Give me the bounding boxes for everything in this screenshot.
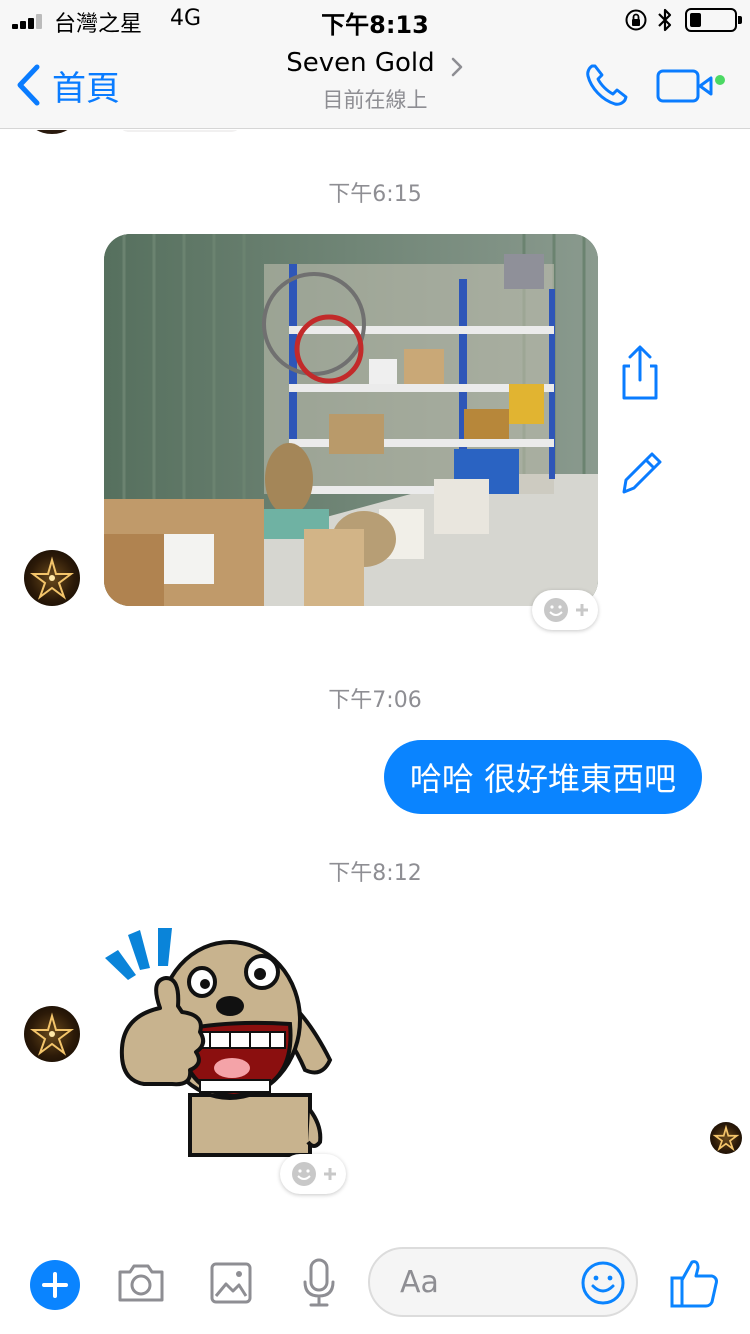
video-call-button[interactable] [656,66,728,106]
read-receipt-avatar [710,1122,742,1154]
chevron-left-icon [17,64,40,106]
message-timestamp: 下午7:06 [328,688,422,713]
thumbs-up-dog-sticker[interactable] [100,920,350,1160]
smiley-plus-icon [544,598,588,622]
smiley-plus-icon [292,1162,336,1186]
add-reaction-button[interactable] [532,590,598,630]
share-icon[interactable] [616,344,664,402]
message-list[interactable]: 下午6:15 下午7:06 哈哈 很好堆東西吧 下午8:12 [0,130,750,1240]
contact-name: Seven Gold [286,48,435,78]
chevron-right-icon [451,57,463,76]
add-reaction-button[interactable] [280,1154,346,1194]
contact-avatar[interactable] [24,1006,80,1062]
back-label: 首頁 [52,68,120,109]
thumbs-up-icon[interactable] [668,1256,720,1310]
microphone-icon[interactable] [294,1258,344,1308]
message-bubble[interactable] [118,130,242,132]
emoji-icon[interactable] [580,1260,626,1306]
conversation-header: 首頁 Seven Gold 目前在線上 [0,40,750,129]
message-input[interactable]: Aa [368,1247,638,1317]
plus-icon[interactable] [30,1260,80,1310]
message-composer: Aa [0,1240,750,1334]
phone-call-button[interactable] [582,60,632,110]
contact-title-button[interactable]: Seven Gold 目前在線上 [200,48,550,114]
battery-icon [685,8,742,32]
contact-status: 目前在線上 [322,88,428,112]
message-timestamp: 下午6:15 [328,182,422,207]
contact-avatar[interactable] [24,550,80,606]
rotation-lock-icon [625,9,647,31]
sent-message-bubble[interactable]: 哈哈 很好堆東西吧 [383,740,702,814]
image-icon[interactable] [206,1258,256,1308]
back-button[interactable]: 首頁 [14,60,120,110]
bluetooth-icon [658,8,672,32]
camera-icon[interactable] [116,1258,166,1308]
photo-message[interactable] [104,234,598,606]
dog-sticker-icon [105,928,333,1157]
avatar [28,130,76,134]
message-input-placeholder: Aa [400,1265,439,1300]
edit-pencil-icon[interactable] [616,446,666,496]
storage-shelves-photo [104,234,598,606]
online-dot-icon [715,75,725,85]
message-timestamp: 下午8:12 [328,861,422,886]
status-bar: 台灣之星 4G 下午8:13 [0,0,750,40]
